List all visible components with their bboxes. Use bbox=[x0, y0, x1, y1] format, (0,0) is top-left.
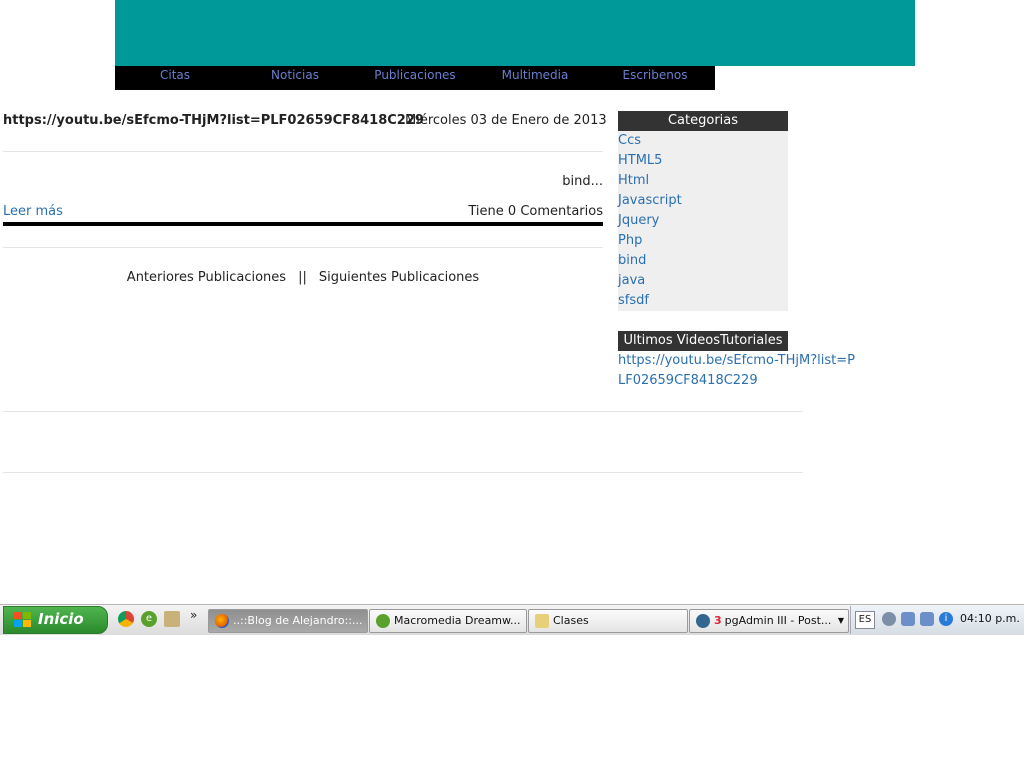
pager-separator: || bbox=[298, 270, 307, 285]
next-posts-link[interactable]: Siguientes Publicaciones bbox=[319, 270, 479, 285]
windows-logo-icon bbox=[14, 612, 31, 627]
videos-title: Ultimos VideosTutoriales bbox=[618, 331, 788, 351]
post-title-link[interactable]: https://youtu.be/sEfcmo-THjM?list=PLF026… bbox=[3, 113, 424, 128]
category-link[interactable]: Javascript bbox=[618, 193, 682, 208]
task-dreamweaver[interactable]: Macromedia Dreamw... bbox=[369, 609, 527, 633]
categories-list: Ccs HTML5 Html Javascript Jquery Php bin… bbox=[618, 131, 788, 311]
category-link[interactable]: bind bbox=[618, 253, 646, 268]
category-link[interactable]: Jquery bbox=[618, 213, 659, 228]
list-item: HTML5 bbox=[618, 151, 788, 171]
divider bbox=[3, 151, 603, 152]
chrome-icon[interactable] bbox=[118, 611, 134, 627]
list-item: bind bbox=[618, 251, 788, 271]
task-count: 3 bbox=[714, 614, 722, 627]
dreamweaver-icon bbox=[376, 614, 390, 628]
task-label: Macromedia Dreamw... bbox=[394, 614, 521, 627]
category-link[interactable]: Php bbox=[618, 233, 642, 248]
post-excerpt: bind... bbox=[562, 174, 603, 189]
firefox-icon bbox=[215, 614, 229, 628]
list-item: Javascript bbox=[618, 191, 788, 211]
language-indicator[interactable]: ES bbox=[855, 611, 875, 629]
nav-escribenos[interactable]: Escribenos bbox=[595, 68, 715, 82]
nav-publicaciones[interactable]: Publicaciones bbox=[355, 68, 475, 82]
task-folder[interactable]: Clases bbox=[528, 609, 688, 633]
list-item: Ccs bbox=[618, 131, 788, 151]
header-banner bbox=[115, 0, 915, 66]
list-item: java bbox=[618, 271, 788, 291]
quicklaunch-overflow-icon[interactable]: » bbox=[190, 608, 197, 622]
network-icon[interactable] bbox=[920, 612, 934, 626]
task-firefox[interactable]: ..::Blog de Alejandro::... bbox=[208, 609, 368, 633]
read-more-link[interactable]: Leer más bbox=[3, 204, 63, 219]
folder-quicklaunch-icon[interactable] bbox=[164, 611, 180, 627]
chevron-down-icon: ▼ bbox=[837, 616, 844, 625]
divider bbox=[3, 247, 603, 248]
category-link[interactable]: Html bbox=[618, 173, 649, 188]
main-nav: Citas Noticias Publicaciones Multimedia … bbox=[115, 66, 715, 90]
category-link[interactable]: HTML5 bbox=[618, 153, 662, 168]
nav-multimedia[interactable]: Multimedia bbox=[475, 68, 595, 82]
comments-count: Tiene 0 Comentarios bbox=[468, 204, 603, 219]
pagination: Anteriores Publicaciones || Siguientes Pub… bbox=[3, 270, 603, 285]
divider bbox=[3, 411, 803, 412]
categories-box: Categorias Ccs HTML5 Html Javascript Jqu… bbox=[618, 111, 788, 311]
post-date: Miércoles 03 de Enero de 2013 bbox=[405, 113, 607, 128]
clock[interactable]: 04:10 p.m. bbox=[960, 612, 1020, 625]
nav-citas[interactable]: Citas bbox=[115, 68, 235, 82]
category-link[interactable]: sfsdf bbox=[618, 293, 649, 308]
task-label: pgAdmin III - Post... bbox=[724, 614, 832, 627]
divider bbox=[3, 472, 803, 473]
task-label: Clases bbox=[553, 614, 589, 627]
previous-posts-link[interactable]: Anteriores Publicaciones bbox=[127, 270, 286, 285]
category-link[interactable]: Ccs bbox=[618, 133, 641, 148]
task-label: ..::Blog de Alejandro::... bbox=[233, 614, 363, 627]
folder-icon bbox=[535, 614, 549, 628]
start-button[interactable]: Inicio bbox=[3, 606, 108, 634]
list-item: Html bbox=[618, 171, 788, 191]
video-link[interactable]: https://youtu.be/sEfcmo-THjM?list=PLF026… bbox=[618, 351, 858, 391]
task-pgadmin[interactable]: 3 pgAdmin III - Post... ▼ bbox=[689, 609, 849, 633]
post-separator bbox=[3, 222, 603, 226]
list-item: sfsdf bbox=[618, 291, 788, 311]
start-label: Inicio bbox=[38, 610, 84, 628]
categories-title: Categorias bbox=[618, 111, 788, 131]
nav-noticias[interactable]: Noticias bbox=[235, 68, 355, 82]
list-item: Php bbox=[618, 231, 788, 251]
network-icon[interactable] bbox=[901, 612, 915, 626]
pgadmin-icon bbox=[696, 614, 710, 628]
list-item: Jquery bbox=[618, 211, 788, 231]
videos-box: Ultimos VideosTutoriales https://youtu.b… bbox=[618, 331, 855, 391]
info-icon[interactable]: i bbox=[939, 612, 953, 626]
dreamweaver-quicklaunch-icon[interactable]: e bbox=[141, 611, 157, 627]
tray-collapse-icon[interactable] bbox=[882, 612, 896, 626]
category-link[interactable]: java bbox=[618, 273, 645, 288]
